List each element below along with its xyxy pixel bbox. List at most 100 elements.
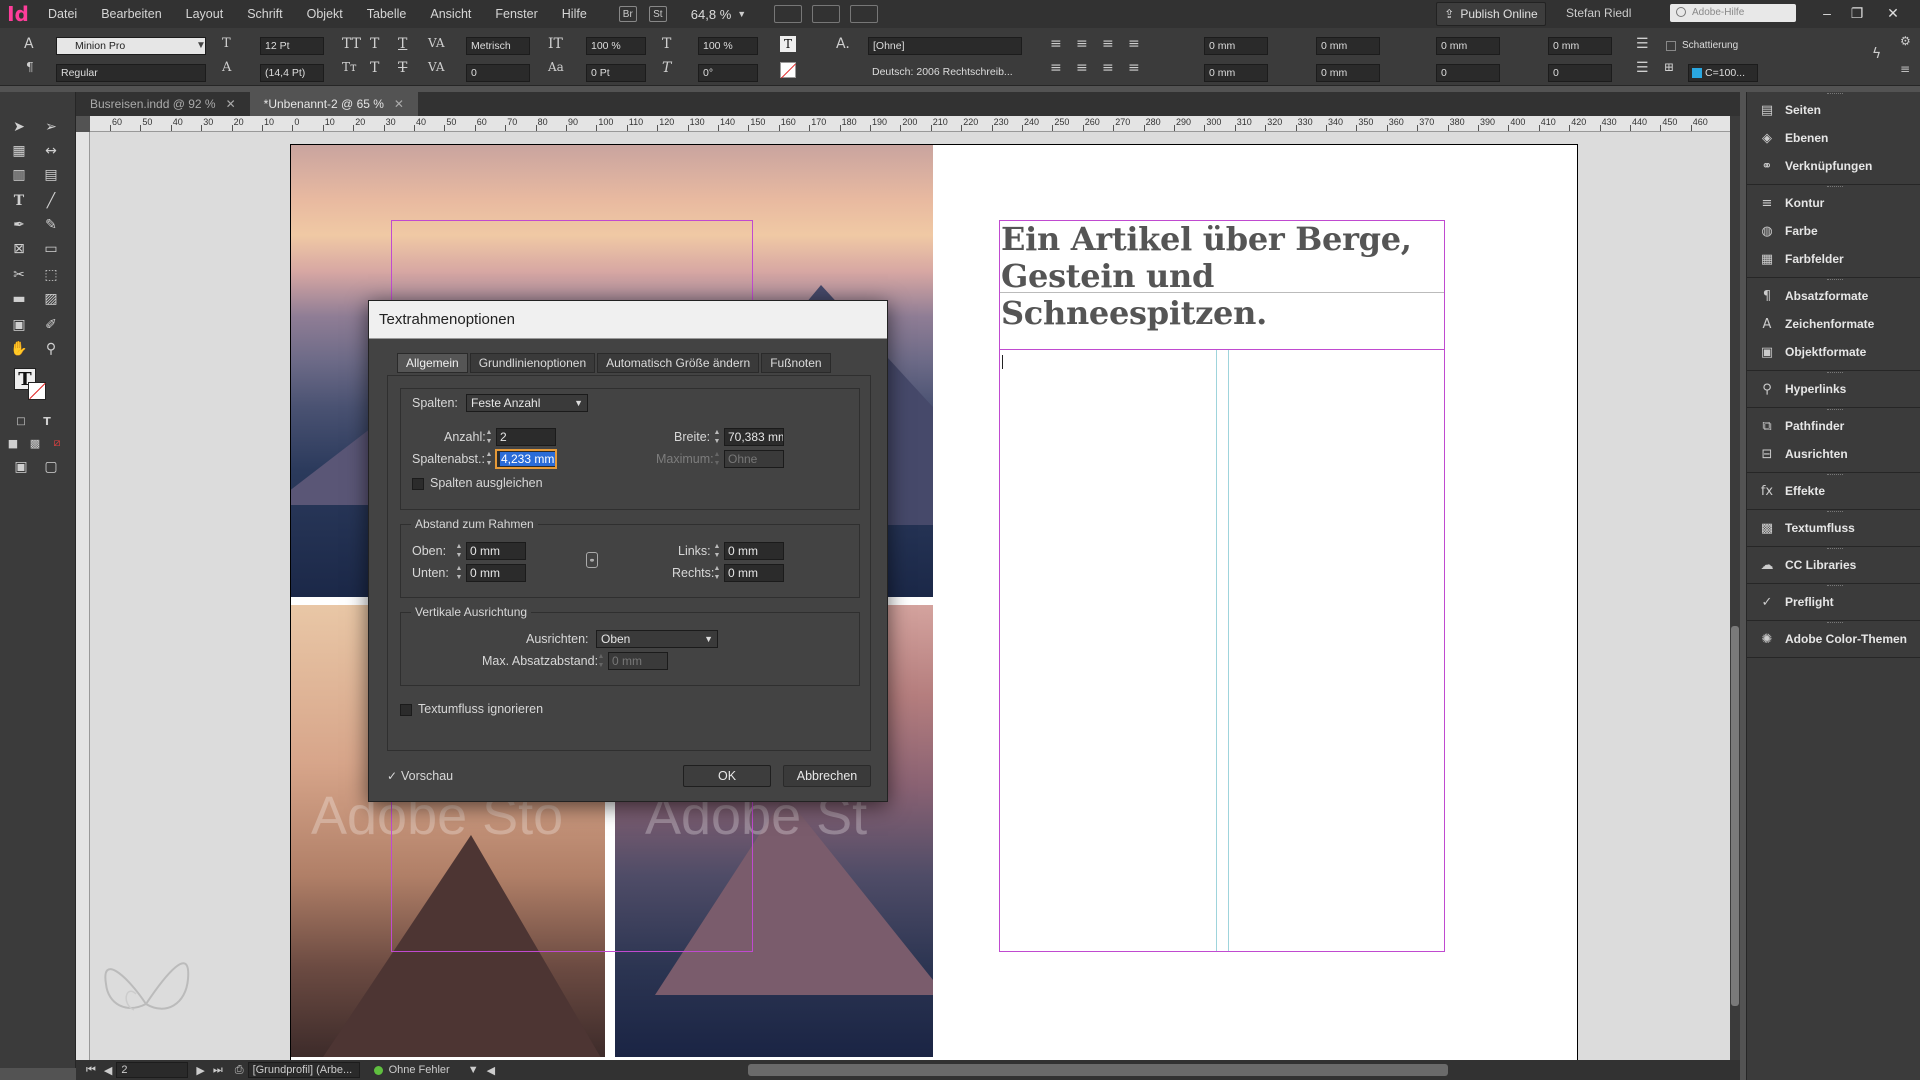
- ok-button[interactable]: OK: [683, 765, 771, 787]
- small-caps-icon[interactable]: Tт: [342, 60, 357, 74]
- open-page-icon[interactable]: ⎙: [235, 1064, 244, 1077]
- font-size-field[interactable]: 12 Pt: [260, 37, 324, 55]
- panel-color[interactable]: ◍ Farbe: [1747, 217, 1920, 245]
- direct-selection-tool-icon[interactable]: ➢: [40, 116, 62, 138]
- all-caps-icon[interactable]: TT: [342, 36, 361, 52]
- panel-character-styles[interactable]: A Zeichenformate: [1747, 310, 1920, 338]
- horizontal-ruler[interactable]: 60 50 40 30 20 10 0 10 20 30 40 50 60 70 80 90 100 110 120…: [90, 116, 1730, 132]
- menu-objekt[interactable]: Objekt: [295, 0, 355, 28]
- stroke-none-swatch[interactable]: [780, 62, 796, 79]
- restore-icon[interactable]: ❐: [1844, 2, 1870, 24]
- vertical-scroll-thumb[interactable]: [1731, 626, 1739, 1006]
- tab-busreisen[interactable]: Busreisen.indd @ 92 % ✕: [76, 92, 250, 116]
- gutter-field[interactable]: 4,233 mm: [496, 450, 556, 468]
- arrange-documents-icon[interactable]: [850, 5, 879, 23]
- vertical-scrollbar[interactable]: [1730, 116, 1740, 1060]
- space-after-field[interactable]: 0 mm: [1548, 37, 1612, 55]
- horizontal-scroll-thumb[interactable]: [748, 1064, 1448, 1076]
- panel-hyperlinks[interactable]: ⚲ Hyperlinks: [1747, 375, 1920, 403]
- cancel-button[interactable]: Abbrechen: [783, 765, 871, 787]
- stock-button[interactable]: St: [648, 6, 667, 22]
- scroll-left-icon[interactable]: ◀: [487, 1064, 495, 1077]
- view-options-icon[interactable]: [774, 5, 803, 23]
- menu-hilfe[interactable]: Hilfe: [550, 0, 599, 28]
- zoom-tool-icon[interactable]: ⚲: [40, 338, 62, 360]
- preflight-profile-field[interactable]: [Grundprofil] (Arbe...: [247, 1062, 360, 1078]
- close-icon[interactable]: ✕: [226, 92, 236, 116]
- first-line-indent-field[interactable]: 0 mm: [1204, 64, 1268, 82]
- scissors-tool-icon[interactable]: ✂: [8, 264, 30, 286]
- next-page-icon[interactable]: ▶: [196, 1064, 204, 1077]
- menu-fenster[interactable]: Fenster: [483, 0, 549, 28]
- gap-tool-icon[interactable]: ↔: [40, 140, 62, 162]
- justify-center-icon[interactable]: ≡: [1076, 60, 1088, 76]
- align-center-icon[interactable]: ≡: [1076, 36, 1088, 52]
- skew-field[interactable]: 0°: [698, 64, 758, 82]
- horizontal-scale-field[interactable]: 100 %: [698, 37, 758, 55]
- free-transform-tool-icon[interactable]: ⬚: [40, 264, 62, 286]
- gradient-swatch-tool-icon[interactable]: ▬: [8, 288, 30, 310]
- formatting-text-icon[interactable]: T: [36, 410, 58, 432]
- justify-icon[interactable]: ≡: [1128, 36, 1140, 52]
- panel-preflight[interactable]: ✓ Preflight: [1747, 588, 1920, 616]
- settings-gear-icon[interactable]: ⚙: [1900, 34, 1911, 48]
- panel-swatches[interactable]: ▦ Farbfelder: [1747, 245, 1920, 273]
- hand-tool-icon[interactable]: ✋: [8, 338, 30, 360]
- left-indent-field[interactable]: 0 mm: [1204, 37, 1268, 55]
- leading-field[interactable]: (14,4 Pt): [260, 64, 324, 82]
- numbering-icon[interactable]: ☰: [1636, 60, 1649, 76]
- columns-mode-select[interactable]: Feste Anzahl ▼: [466, 394, 588, 412]
- vertical-ruler[interactable]: [76, 132, 90, 1060]
- top-inset-stepper[interactable]: ▲ ▼: [454, 542, 464, 560]
- grid-icon[interactable]: ⊞: [1664, 60, 1674, 74]
- bottom-inset-stepper[interactable]: ▲ ▼: [454, 564, 464, 582]
- panel-effects[interactable]: fx Effekte: [1747, 477, 1920, 505]
- rectangle-frame-tool-icon[interactable]: ⊠: [8, 238, 30, 260]
- underline-icon[interactable]: T: [398, 36, 407, 52]
- stroke-color-icon[interactable]: [28, 382, 46, 400]
- paragraph-mode-icon[interactable]: ¶: [26, 60, 34, 74]
- first-page-icon[interactable]: ⏮: [86, 1064, 96, 1077]
- character-mode-icon[interactable]: A: [24, 36, 34, 52]
- apply-color-icon[interactable]: ■: [2, 432, 24, 454]
- bridge-button[interactable]: Br: [618, 6, 637, 22]
- menu-layout[interactable]: Layout: [174, 0, 236, 28]
- tab-auto-size[interactable]: Automatisch Größe ändern: [597, 353, 760, 373]
- menu-schrift[interactable]: Schrift: [235, 0, 294, 28]
- chain-link-icon[interactable]: ⚭: [586, 552, 598, 568]
- previous-page-icon[interactable]: ◀: [104, 1064, 112, 1077]
- panel-pathfinder[interactable]: ⧉ Pathfinder: [1747, 412, 1920, 440]
- pen-tool-icon[interactable]: ✒: [8, 214, 30, 236]
- align-left-icon[interactable]: ≡: [1050, 36, 1062, 52]
- right-inset-stepper[interactable]: ▲ ▼: [712, 564, 722, 582]
- tab-allgemein[interactable]: Allgemein: [397, 353, 468, 373]
- panel-paragraph-styles[interactable]: ¶ Absatzformate: [1747, 282, 1920, 310]
- baseline-shift-field[interactable]: 0 Pt: [586, 64, 646, 82]
- right-indent-field[interactable]: 0 mm: [1316, 37, 1380, 55]
- tracking-field[interactable]: 0: [466, 64, 530, 82]
- panel-color-themes[interactable]: ✺ Adobe Color-Themen: [1747, 625, 1920, 653]
- justify-right-icon[interactable]: ≡: [1102, 60, 1114, 76]
- panel-pages[interactable]: ▤ Seiten: [1747, 96, 1920, 124]
- zoom-dropdown-icon[interactable]: ▼: [737, 9, 746, 19]
- panel-links[interactable]: ⚭ Verknüpfungen: [1747, 152, 1920, 180]
- dropcap-chars-field[interactable]: 0: [1548, 64, 1612, 82]
- right-inset-field[interactable]: 0 mm: [724, 564, 784, 582]
- minimize-icon[interactable]: –: [1814, 2, 1840, 24]
- tab-unbenannt-2[interactable]: *Unbenannt-2 @ 65 % ✕: [249, 92, 418, 116]
- type-tool-icon[interactable]: T: [8, 190, 30, 212]
- menu-tabelle[interactable]: Tabelle: [355, 0, 419, 28]
- panel-stroke[interactable]: ≡ Kontur: [1747, 189, 1920, 217]
- pencil-tool-icon[interactable]: ✎: [40, 214, 62, 236]
- fill-text-icon[interactable]: T: [780, 36, 796, 52]
- left-inset-field[interactable]: 0 mm: [724, 542, 784, 560]
- tab-grundlinienoptionen[interactable]: Grundlinienoptionen: [469, 353, 596, 373]
- publish-online-button[interactable]: ⇪ Publish Online: [1436, 2, 1546, 26]
- bullets-icon[interactable]: ☰: [1636, 36, 1649, 52]
- panel-text-wrap[interactable]: ▩ Textumfluss: [1747, 514, 1920, 542]
- menu-bearbeiten[interactable]: Bearbeiten: [89, 0, 173, 28]
- subscript-icon[interactable]: T: [370, 60, 379, 76]
- align-right-icon[interactable]: ≡: [1102, 36, 1114, 52]
- width-stepper[interactable]: ▲ ▼: [712, 428, 722, 446]
- article-headline[interactable]: Ein Artikel über Berge, Gestein und Schn…: [1001, 221, 1441, 332]
